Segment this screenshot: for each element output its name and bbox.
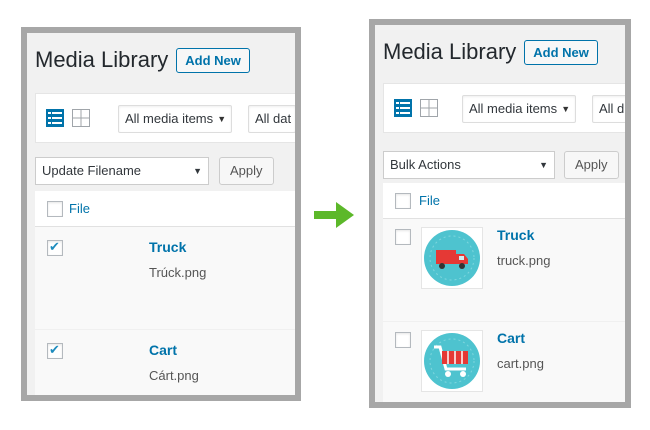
comparison-canvas: Media Library Add New All media items ▼ …	[0, 0, 650, 430]
select-all-checkbox[interactable]	[47, 201, 63, 217]
media-type-filter[interactable]: All media items ▼	[462, 95, 577, 123]
media-table: File Truck Trúck.png Cart Cárt.png	[35, 191, 295, 395]
date-filter-value: All dat	[255, 111, 292, 126]
media-filename: Cárt.png	[149, 368, 199, 383]
list-view-icon[interactable]	[394, 99, 412, 117]
page-title: Media Library	[383, 39, 517, 64]
media-library-after-panel: Media Library Add New All media items ▼ …	[369, 19, 631, 408]
chevron-down-icon: ▼	[217, 114, 227, 124]
media-type-filter[interactable]: All media items ▼	[118, 105, 233, 133]
row-checkbox[interactable]	[395, 229, 411, 245]
media-title-link[interactable]: Truck	[497, 227, 534, 243]
row-checkbox[interactable]	[395, 332, 411, 348]
media-filename: Trúck.png	[149, 265, 207, 280]
apply-button[interactable]: Apply	[564, 151, 619, 179]
table-row: Cart Cárt.png	[35, 330, 295, 395]
page-header: Media Library Add New	[35, 47, 250, 73]
bulk-action-select[interactable]: Update Filename ▼	[35, 157, 209, 185]
arrow-right-icon	[314, 202, 354, 228]
grid-view-icon[interactable]	[72, 109, 90, 127]
bulk-action-value: Bulk Actions	[390, 157, 461, 172]
date-filter[interactable]: All d	[592, 95, 625, 123]
table-header: File	[383, 183, 625, 219]
media-title-link[interactable]: Truck	[149, 239, 186, 255]
table-row: Truck Trúck.png	[35, 227, 295, 330]
page-title: Media Library	[35, 47, 169, 72]
date-filter-value: All d	[599, 101, 625, 116]
list-view-icon[interactable]	[46, 109, 64, 127]
media-filter-bar: All media items ▼ All dat	[35, 93, 295, 143]
chevron-down-icon: ▼	[539, 160, 548, 170]
media-filter-bar: All media items ▼ All d	[383, 83, 625, 133]
media-thumbnail[interactable]	[421, 330, 483, 392]
column-header-file[interactable]: File	[69, 201, 90, 216]
table-row: Truck truck.png	[383, 219, 625, 322]
media-title-link[interactable]: Cart	[149, 342, 177, 358]
chevron-down-icon: ▼	[561, 104, 571, 114]
date-filter[interactable]: All dat	[248, 105, 295, 133]
truck-icon	[424, 230, 480, 286]
table-header: File	[35, 191, 295, 227]
chevron-down-icon: ▼	[193, 166, 202, 176]
column-header-file[interactable]: File	[419, 193, 440, 208]
bulk-action-select[interactable]: Bulk Actions ▼	[383, 151, 555, 179]
media-title-link[interactable]: Cart	[497, 330, 525, 346]
row-checkbox[interactable]	[47, 239, 63, 256]
media-library-before-panel: Media Library Add New All media items ▼ …	[21, 27, 301, 401]
media-thumbnail[interactable]	[421, 227, 483, 289]
bulk-action-value: Update Filename	[42, 163, 141, 178]
add-new-button[interactable]: Add New	[524, 39, 598, 65]
media-filename: truck.png	[497, 253, 551, 268]
media-type-filter-value: All media items	[125, 111, 214, 126]
table-row: Cart cart.png	[383, 322, 625, 402]
grid-view-icon[interactable]	[420, 99, 438, 117]
apply-button[interactable]: Apply	[219, 157, 274, 185]
row-checkbox[interactable]	[47, 342, 63, 359]
shopping-cart-icon	[424, 333, 480, 389]
select-all-checkbox[interactable]	[395, 193, 411, 209]
add-new-button[interactable]: Add New	[176, 47, 250, 73]
page-header: Media Library Add New	[383, 39, 598, 65]
media-table: File Truck truck.png Cart cart.png	[383, 183, 625, 402]
media-filename: cart.png	[497, 356, 544, 371]
media-type-filter-value: All media items	[469, 101, 558, 116]
